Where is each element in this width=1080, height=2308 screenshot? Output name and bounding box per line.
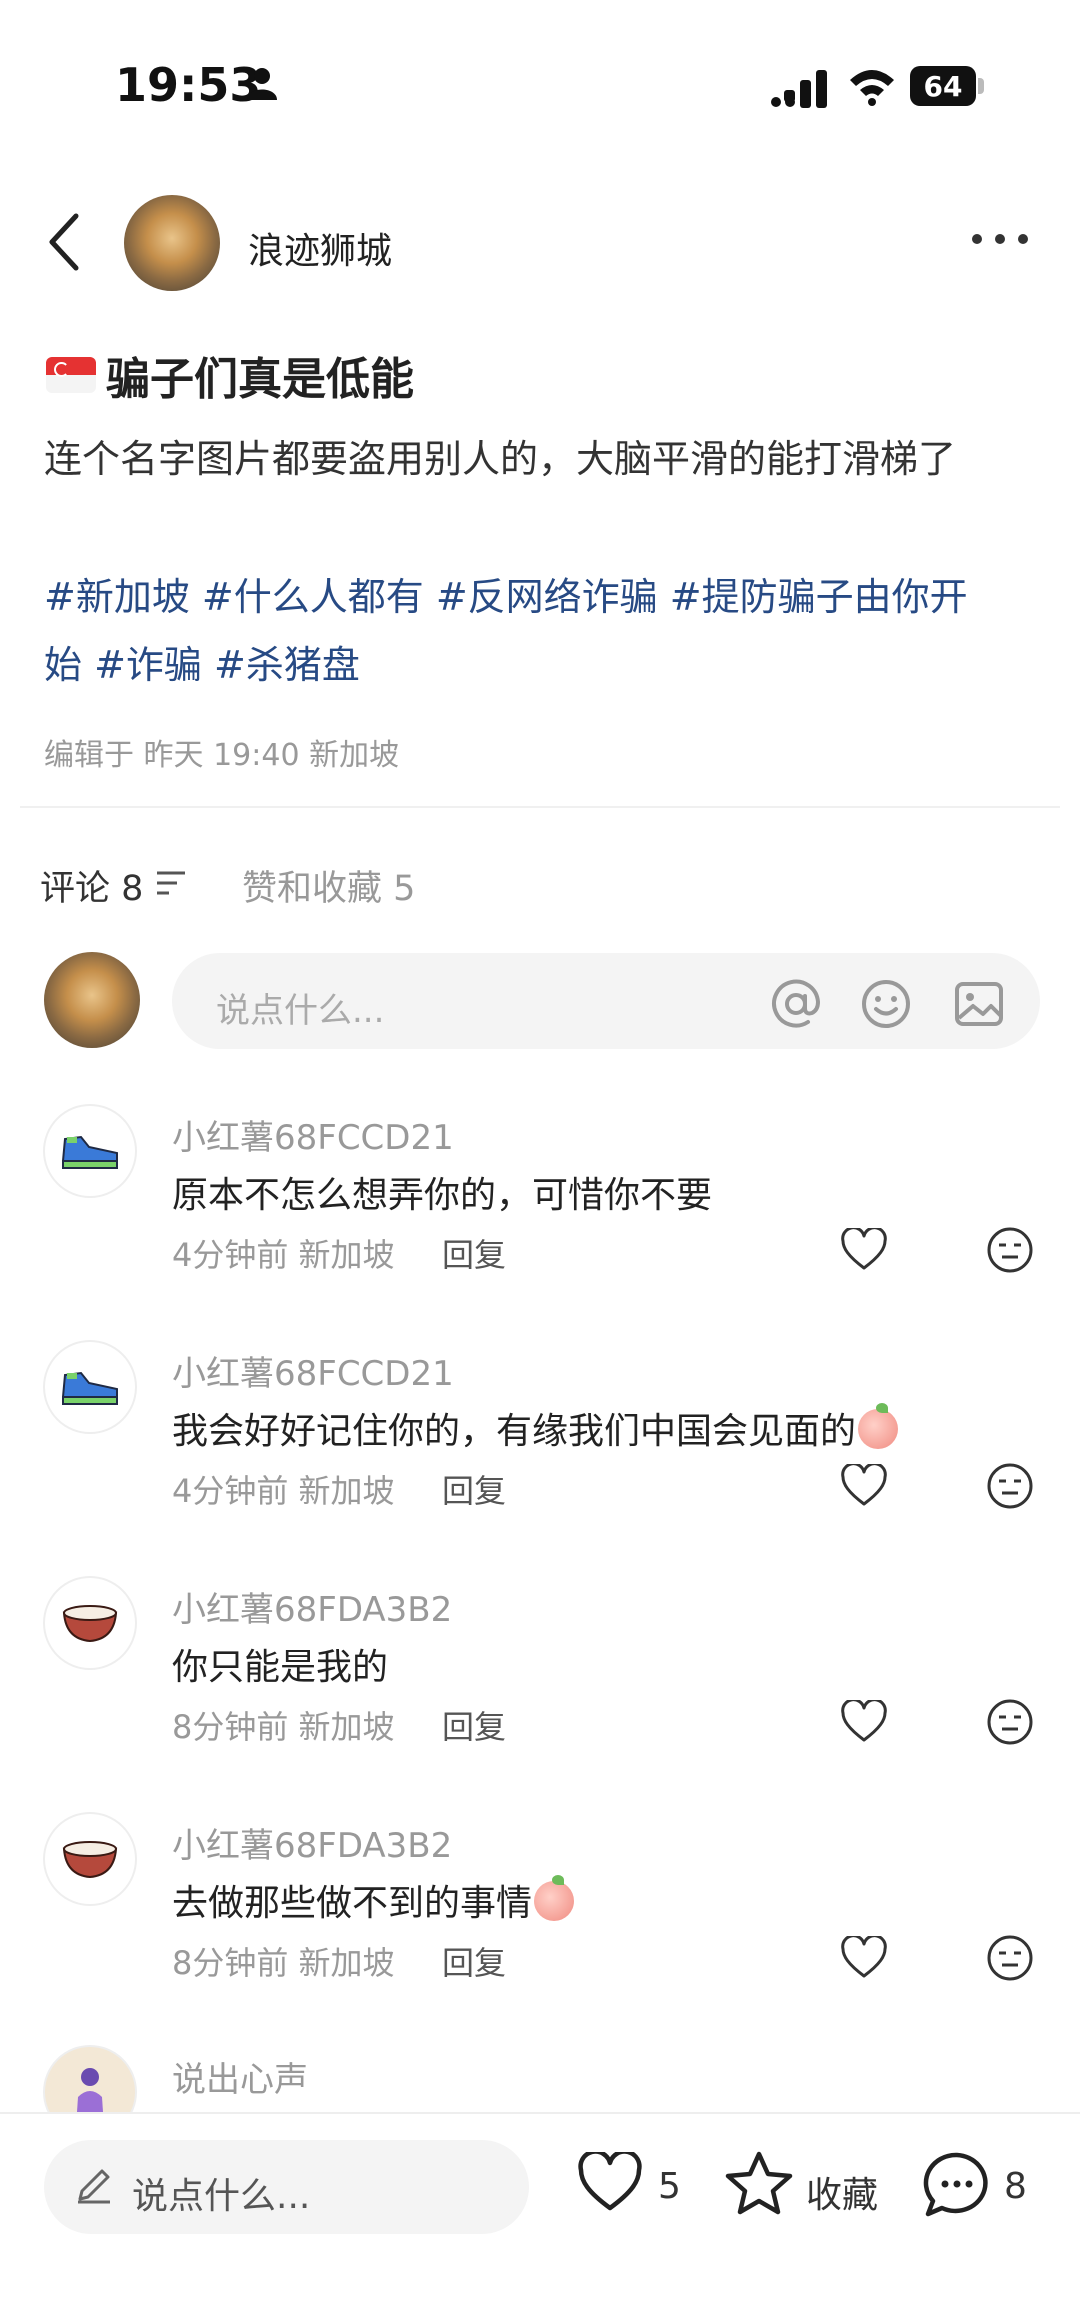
post-title: 骗子们真是低能 [46,343,414,407]
commenter-avatar[interactable] [43,1812,137,1906]
comment-meta: 4分钟前 新加坡 [172,1230,395,1276]
sneaker-icon [62,1371,118,1405]
commenter-name[interactable]: 小红薯68FCCD21 [172,1110,454,1159]
comment-location: 新加坡 [298,1236,395,1274]
image-icon[interactable] [953,978,1005,1030]
comment-text: 去做那些做不到的事情 [172,1874,575,1926]
dislike-face-icon[interactable] [986,1462,1034,1510]
comment-text-content: 我会好好记住你的，有缘我们中国会见面的 [172,1411,857,1452]
favorite-label[interactable]: 收藏 [806,2166,878,2218]
signal-icon [771,70,827,108]
comment-bubble-icon[interactable] [922,2150,992,2218]
comment-time: 4分钟前 [172,1236,289,1274]
battery-indicator: 64 [910,66,976,106]
bottom-input-placeholder[interactable]: 说点什么... [132,2167,310,2219]
author-name[interactable]: 浪迹狮城 [248,222,392,274]
more-options-icon[interactable] [970,232,1030,246]
pencil-icon [78,2169,110,2204]
comment-meta: 8分钟前 新加坡 [172,1938,395,1984]
peach-emoji-icon [534,1875,575,1921]
commenter-name[interactable]: 小红薯68FCCD21 [172,1346,454,1395]
comment-meta: 8分钟前 新加坡 [172,1702,395,1748]
emoji-icon[interactable] [860,978,912,1030]
tags-line-1[interactable]: #新加坡 #什么人都有 #反网络诈骗 #提防骗子由你开 [44,563,1044,631]
comment-time: 4分钟前 [172,1472,289,1510]
comment-text: 你只能是我的 [172,1647,389,1688]
post-title-text: 骗子们真是低能 [106,354,414,405]
coconut-icon [62,1605,118,1643]
edited-info: 编辑于 昨天 19:40 新加坡 [44,738,400,773]
commenter-name[interactable]: 小红薯68FDA3B2 [172,1582,452,1631]
sort-icon[interactable] [155,868,187,898]
bottom-bar-divider [0,2112,1080,2114]
like-icon[interactable] [576,2152,644,2214]
comment-input-placeholder[interactable]: 说点什么... [216,983,384,1032]
singapore-flag-icon [46,357,96,393]
person-icon [247,68,277,100]
comment-location: 新加坡 [298,1472,395,1510]
tab-likes-count: 5 [393,869,416,909]
tags-line-2[interactable]: 始 #诈骗 #杀猪盘 [44,631,1044,699]
back-arrow-icon[interactable] [44,212,84,272]
sneaker-icon [62,1135,118,1169]
comment-text-content: 去做那些做不到的事情 [172,1883,533,1924]
tab-comments-count: 8 [121,869,144,909]
wifi-icon [850,70,894,106]
commenter-avatar[interactable] [43,1104,137,1198]
reply-button[interactable]: 回复 [442,1702,506,1748]
tab-likes-label: 赞和收藏 [242,869,383,909]
commenter-name[interactable]: 说出心声 [172,2052,308,2101]
coconut-icon [62,1841,118,1879]
tab-comments-label: 评论 [40,869,111,909]
comment-location: 新加坡 [298,1944,395,1982]
post-body: 连个名字图片都要盗用别人的，大脑平滑的能打滑梯了 [44,437,957,481]
mention-icon[interactable] [770,978,822,1030]
reply-button[interactable]: 回复 [442,1230,506,1276]
heart-icon[interactable] [840,1228,888,1272]
heart-icon[interactable] [840,1936,888,1980]
dislike-face-icon[interactable] [986,1698,1034,1746]
tab-likes-favorites[interactable]: 赞和收藏 5 [242,860,415,911]
battery-tip [978,78,984,94]
commenter-avatar[interactable] [43,1576,137,1670]
dislike-face-icon[interactable] [986,1934,1034,1982]
heart-icon[interactable] [840,1464,888,1508]
reply-button[interactable]: 回复 [442,1466,506,1512]
commenter-avatar[interactable] [43,1340,137,1434]
post-tags[interactable]: #新加坡 #什么人都有 #反网络诈骗 #提防骗子由你开 始 #诈骗 #杀猪盘 [44,563,1044,699]
comment-time: 8分钟前 [172,1944,289,1982]
dislike-face-icon[interactable] [986,1226,1034,1274]
heart-icon[interactable] [840,1700,888,1744]
comment-meta: 4分钟前 新加坡 [172,1466,395,1512]
divider [20,806,1060,808]
reply-button[interactable]: 回复 [442,1938,506,1984]
star-icon[interactable] [724,2150,794,2216]
comment-text: 原本不怎么想弄你的，可惜你不要 [172,1175,713,1216]
status-time: 19:53 [115,58,262,112]
peach-emoji-icon [858,1403,899,1449]
my-avatar [44,952,140,1048]
author-avatar[interactable] [124,195,220,291]
comment-text: 我会好好记住你的，有缘我们中国会见面的 [172,1402,899,1454]
comment-count: 8 [1004,2166,1027,2207]
comment-time: 8分钟前 [172,1708,289,1746]
commenter-name[interactable]: 小红薯68FDA3B2 [172,1818,452,1867]
tab-comments[interactable]: 评论 8 [40,860,143,911]
like-count: 5 [658,2166,681,2207]
comment-location: 新加坡 [298,1708,395,1746]
